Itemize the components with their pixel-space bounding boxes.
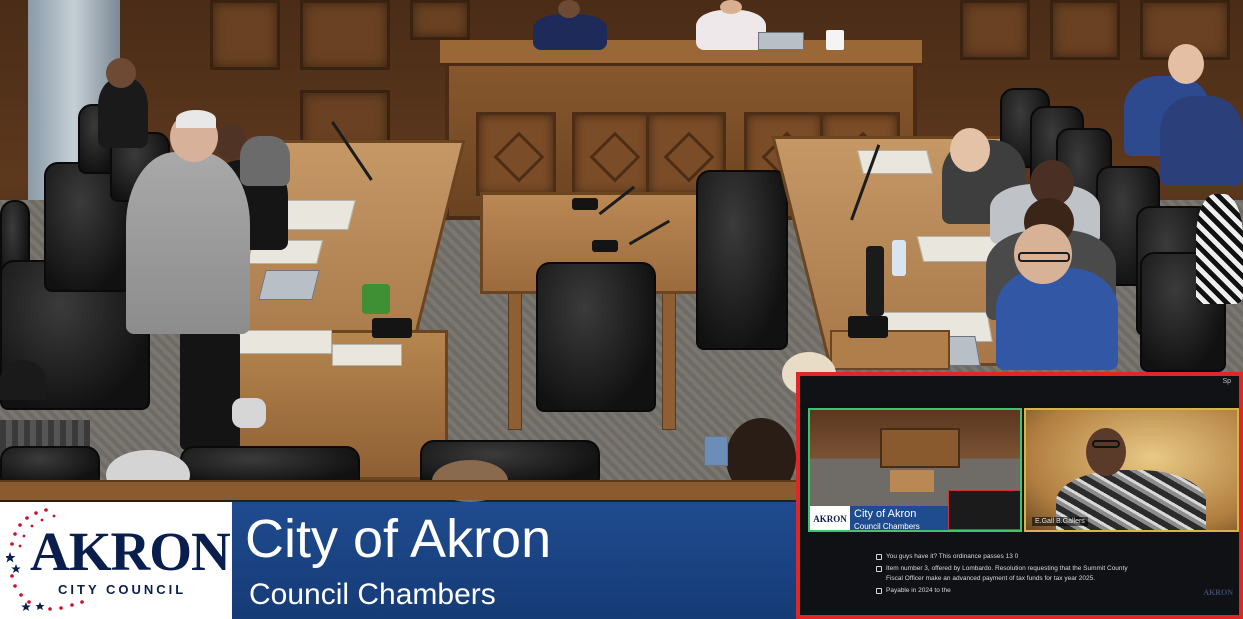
standing-man-hair: [176, 110, 216, 128]
caption-text: Payable in 2024 to the: [886, 587, 951, 594]
mini-banner-subtitle: Council Chambers: [854, 522, 920, 531]
papers: [236, 330, 332, 354]
wall-panel: [300, 0, 390, 70]
mini-pip-inset: [948, 490, 1020, 530]
caption-text: Item number 3, offered by Lombardo. Reso…: [886, 564, 1128, 584]
dais-carving: [476, 112, 556, 196]
clerk-head: [720, 0, 742, 14]
audience-cap: [0, 360, 46, 400]
caption-text-part: Fiscal Officer make an advanced payment …: [886, 575, 1096, 582]
council-member-speaking: [996, 268, 1118, 370]
standing-man-legs: [180, 330, 240, 450]
microphone-base: [572, 198, 598, 210]
akron-logo-subtitle: CITY COUNCIL: [58, 582, 187, 597]
caption-panel: You guys have it? This ordinance passes …: [876, 552, 1226, 598]
papers: [332, 344, 402, 366]
sneaker: [232, 398, 266, 428]
pip-tile-chamber[interactable]: AKRON City of Akron Council Chambers: [808, 408, 1022, 532]
caption-line: Item number 3, offered by Lombardo. Reso…: [876, 564, 1226, 584]
video-frame: AKRON CITY COUNCIL City of Akron Council…: [0, 0, 1243, 619]
laptop: [758, 32, 804, 50]
official-head: [558, 0, 580, 18]
caption-text: You guys have it? This ordinance passes …: [886, 553, 1019, 560]
microphone-base: [848, 316, 888, 338]
pip-window: Sp AKRON City of Akron Council Chambers …: [796, 372, 1243, 619]
coffee-cup: [826, 30, 844, 50]
laptop: [258, 270, 320, 300]
participant-glasses: [1092, 440, 1120, 448]
audience-rail: [0, 480, 800, 500]
mini-banner-title: City of Akron: [854, 508, 917, 520]
wall-panel: [210, 0, 280, 70]
empty-chair: [536, 262, 656, 412]
table-leg: [508, 290, 522, 430]
lower-third-subtitle: Council Chambers: [249, 578, 496, 611]
audience-laptop: [704, 436, 728, 466]
microphone-base: [372, 318, 412, 338]
wall-panel: [410, 0, 470, 40]
mini-table: [890, 470, 934, 492]
pip-watermark-logo: AKRON: [1203, 588, 1233, 597]
council-member: [98, 78, 148, 148]
dais-carving: [572, 112, 652, 196]
standing-man: [126, 152, 250, 334]
pip-corner-label: Sp: [1222, 378, 1231, 385]
participant-head: [1086, 428, 1126, 476]
caption-bullet-icon: [876, 554, 882, 560]
akron-logo-wordmark: AKRON: [30, 521, 231, 582]
participant-name-tag: E.Gall B.Gallers: [1032, 517, 1088, 526]
mini-logo: AKRON: [810, 506, 850, 530]
dais-top-rail: [440, 40, 922, 66]
water-bottle: [892, 240, 906, 276]
lower-third-title: City of Akron: [245, 509, 552, 569]
council-member-head: [950, 128, 990, 172]
wall-panel: [1050, 0, 1120, 60]
table-leg: [662, 290, 676, 430]
caption-bullet-icon: [876, 566, 882, 572]
caption-line: You guys have it? This ordinance passes …: [876, 552, 1226, 562]
council-member: [240, 136, 290, 186]
empty-chair: [696, 170, 788, 350]
mini-chamber-scene: AKRON City of Akron Council Chambers: [810, 410, 1020, 530]
caption-line: Payable in 2024 to the: [876, 586, 1226, 596]
wall-panel: [960, 0, 1030, 60]
pip-top-bar: Sp: [800, 376, 1239, 404]
pip-tile-participant[interactable]: E.Gall B.Gallers: [1024, 408, 1239, 532]
staff-member: [1196, 194, 1243, 304]
green-cup: [362, 284, 390, 314]
clerk-seated: [696, 10, 766, 50]
caption-bullet-icon: [876, 588, 882, 594]
bottle: [866, 246, 884, 316]
council-member-head: [106, 58, 136, 88]
official-seated: [533, 14, 607, 50]
caption-text-part: Item number 3, offered by Lombardo. Reso…: [886, 565, 1128, 572]
mini-dais: [880, 428, 960, 468]
eyeglasses: [1018, 252, 1070, 262]
microphone-base: [592, 240, 618, 252]
staff-member: [1160, 96, 1243, 186]
staff-member-head: [1168, 44, 1204, 84]
